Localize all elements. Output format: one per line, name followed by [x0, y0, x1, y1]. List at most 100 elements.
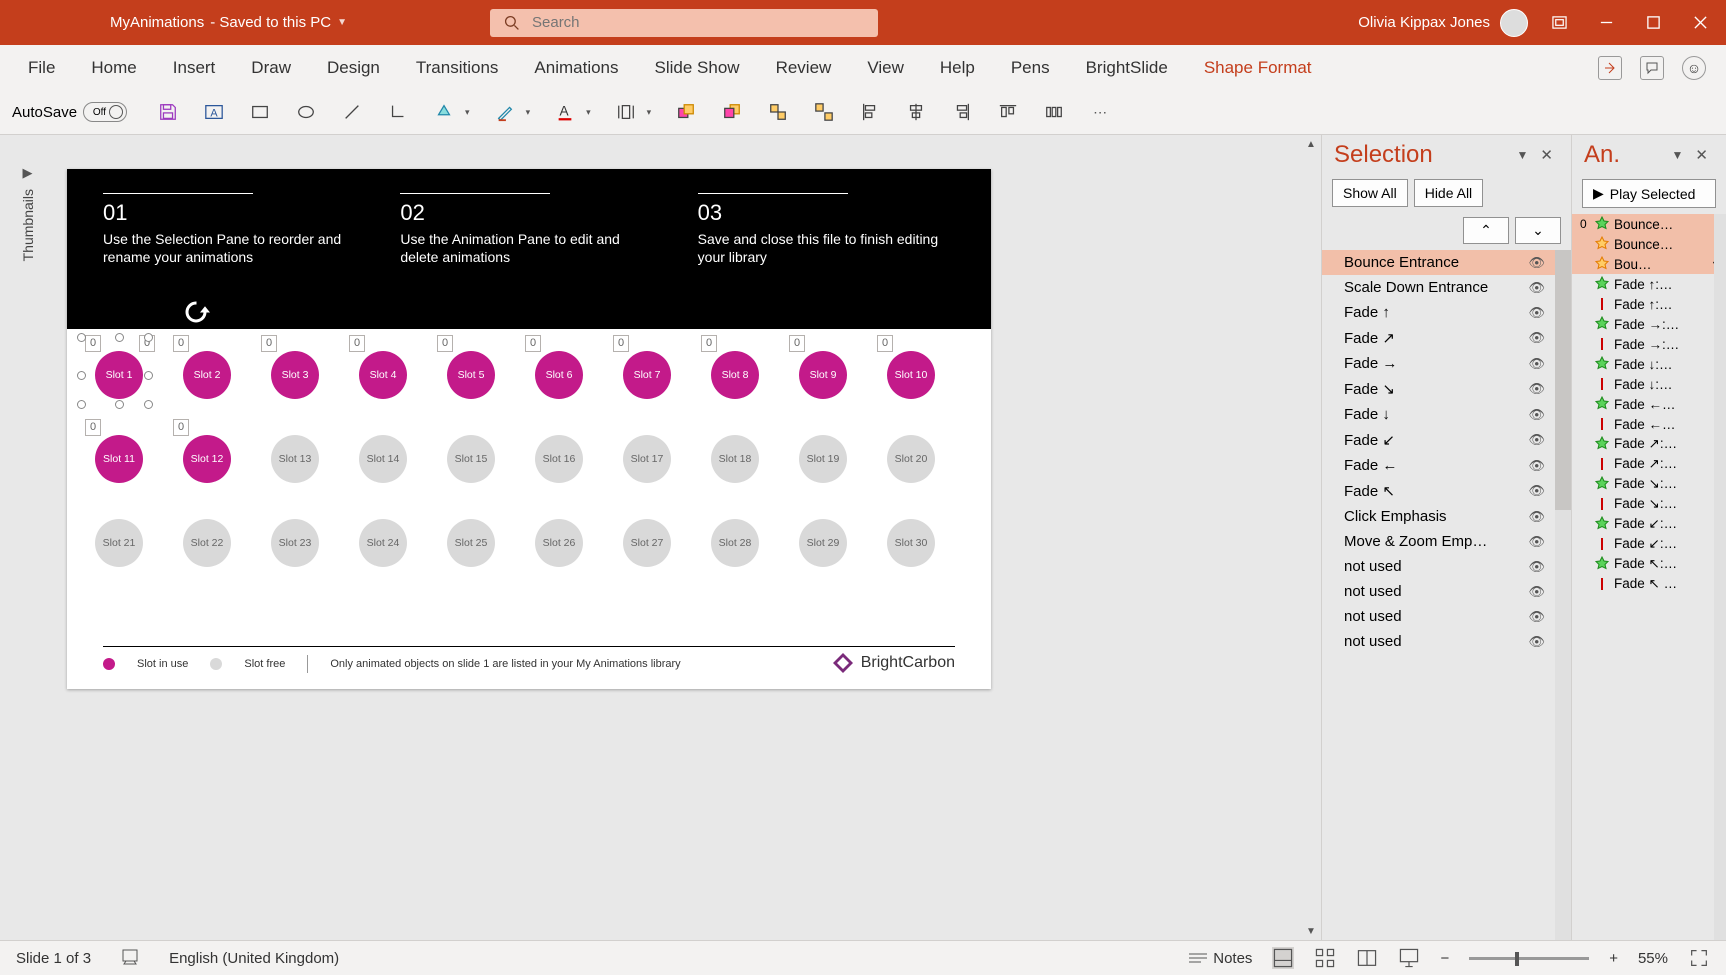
tab-pens[interactable]: Pens [993, 48, 1068, 88]
sorter-view-icon[interactable] [1314, 947, 1336, 969]
hide-all-button[interactable]: Hide All [1414, 179, 1483, 207]
rect-shape-icon[interactable] [249, 101, 271, 123]
tab-transitions[interactable]: Transitions [398, 48, 517, 88]
thumbnails-rail[interactable]: ▶ Thumbnails [0, 135, 55, 940]
selection-handle[interactable] [144, 400, 153, 409]
ribbon-mode-icon[interactable] [1552, 15, 1567, 30]
slot[interactable]: Slot 17 [623, 435, 671, 483]
selection-handle[interactable] [115, 400, 124, 409]
animation-item[interactable]: Fade ↖:… [1572, 554, 1726, 574]
send-backward-icon[interactable] [721, 101, 743, 123]
zoom-out-button[interactable]: − [1440, 950, 1449, 967]
slot[interactable]: Slot 26 [535, 519, 583, 567]
selection-item[interactable]: Click Emphasis👁 [1322, 504, 1571, 529]
autosave-switch[interactable]: Off [83, 102, 127, 122]
selection-item[interactable]: not used👁 [1322, 629, 1571, 654]
accessibility-icon[interactable] [121, 947, 139, 969]
slot[interactable]: Slot 21 [95, 519, 143, 567]
selection-handle[interactable] [77, 400, 86, 409]
visibility-icon[interactable]: 👁 [1528, 609, 1545, 625]
font-color-icon[interactable]: A [554, 101, 576, 123]
animation-item[interactable]: Fade ↘:… [1572, 494, 1726, 514]
tab-draw[interactable]: Draw [233, 48, 309, 88]
selection-scroll-thumb[interactable] [1555, 250, 1571, 510]
selection-list[interactable]: Bounce Entrance👁Scale Down Entrance👁 Fade… [1322, 250, 1571, 940]
visibility-icon[interactable]: 👁 [1528, 584, 1545, 600]
selection-item[interactable]: Fade ↓👁 [1322, 402, 1571, 427]
user-account[interactable]: Olivia Kippax Jones [1358, 9, 1528, 37]
shape-fill-icon[interactable] [433, 101, 455, 123]
tab-slide-show[interactable]: Slide Show [637, 48, 758, 88]
animation-item[interactable]: Fade →:… [1572, 314, 1726, 334]
visibility-icon[interactable]: 👁 [1528, 280, 1545, 296]
slot[interactable]: Slot 60 [535, 351, 583, 399]
search-input[interactable] [532, 14, 864, 31]
chevron-down-icon[interactable]: ▾ [526, 107, 531, 118]
selection-item[interactable]: not used👁 [1322, 554, 1571, 579]
visibility-icon[interactable]: 👁 [1528, 483, 1545, 499]
slot[interactable]: Slot 23 [271, 519, 319, 567]
animation-item[interactable]: Fade ↑:… [1572, 294, 1726, 314]
chevron-down-icon[interactable]: ▼ [1672, 148, 1684, 162]
tab-insert[interactable]: Insert [155, 48, 234, 88]
slide[interactable]: 01Use the Selection Pane to reorder and … [67, 169, 991, 689]
animation-item[interactable]: Fade ↙:… [1572, 534, 1726, 554]
shape-outline-icon[interactable] [494, 101, 516, 123]
animation-item[interactable]: Fade →:… [1572, 334, 1726, 354]
anim-scrollbar[interactable] [1714, 214, 1726, 940]
tab-file[interactable]: File [10, 48, 73, 88]
tab-review[interactable]: Review [758, 48, 850, 88]
slot[interactable]: Slot 22 [183, 519, 231, 567]
selection-item[interactable]: not used👁 [1322, 604, 1571, 629]
slideshow-view-icon[interactable] [1398, 947, 1420, 969]
slot[interactable]: Slot 18 [711, 435, 759, 483]
tab-help[interactable]: Help [922, 48, 993, 88]
slot[interactable]: Slot 15 [447, 435, 495, 483]
bring-forward-icon[interactable] [675, 101, 697, 123]
title-dropdown-icon[interactable]: ▼ [337, 17, 347, 28]
visibility-icon[interactable]: 👁 [1528, 509, 1545, 525]
textbox-icon[interactable]: A [203, 101, 225, 123]
visibility-icon[interactable]: 👁 [1528, 458, 1545, 474]
slot[interactable]: Slot 80 [711, 351, 759, 399]
slot[interactable]: Slot 90 [799, 351, 847, 399]
visibility-icon[interactable]: 👁 [1528, 381, 1545, 397]
tab-shape-format[interactable]: Shape Format [1186, 48, 1330, 88]
overflow-icon[interactable]: ⋯ [1089, 101, 1111, 123]
slot[interactable]: Slot 20 [887, 435, 935, 483]
chevron-down-icon[interactable]: ▾ [647, 107, 652, 118]
close-pane-icon[interactable]: ✕ [1540, 146, 1553, 164]
chevron-right-icon[interactable]: ▶ [23, 165, 33, 181]
line-shape-icon[interactable] [341, 101, 363, 123]
selection-item[interactable]: not used👁 [1322, 579, 1571, 604]
selection-item[interactable]: Fade ↘👁 [1322, 376, 1571, 402]
language-status[interactable]: English (United Kingdom) [169, 950, 339, 967]
slot[interactable]: Slot 14 [359, 435, 407, 483]
slot[interactable]: Slot 28 [711, 519, 759, 567]
tab-animations[interactable]: Animations [516, 48, 636, 88]
animation-item[interactable]: Fade ↗:… [1572, 434, 1726, 454]
slot[interactable]: Slot 120 [183, 435, 231, 483]
selection-item[interactable]: Fade ↙👁 [1322, 427, 1571, 453]
selection-handle[interactable] [144, 333, 153, 342]
animation-item[interactable]: Bou…▼ [1572, 254, 1726, 274]
chevron-down-icon[interactable]: ▼ [1517, 148, 1529, 162]
visibility-icon[interactable]: 👁 [1528, 330, 1545, 346]
selection-item[interactable]: Bounce Entrance👁 [1322, 250, 1571, 275]
slot[interactable]: Slot 20 [183, 351, 231, 399]
autosave-toggle[interactable]: AutoSave Off [12, 102, 127, 122]
zoom-slider[interactable] [1469, 957, 1589, 960]
close-icon[interactable] [1693, 15, 1708, 30]
selection-item[interactable]: Scale Down Entrance👁 [1322, 275, 1571, 300]
slide-counter[interactable]: Slide 1 of 3 [16, 950, 91, 967]
scroll-down-icon[interactable]: ▼ [1301, 922, 1321, 940]
animation-item[interactable]: Fade ↖ … [1572, 574, 1726, 594]
animation-item[interactable]: Fade ↓:… [1572, 354, 1726, 374]
selection-handle[interactable] [77, 371, 86, 380]
tab-design[interactable]: Design [309, 48, 398, 88]
animation-item[interactable]: Fade ↙:… [1572, 514, 1726, 534]
slot[interactable]: Slot 40 [359, 351, 407, 399]
animation-item[interactable]: Fade ↘:… [1572, 474, 1726, 494]
chevron-down-icon[interactable]: ▾ [465, 107, 470, 118]
play-selected-button[interactable]: ▶ Play Selected [1582, 179, 1716, 208]
